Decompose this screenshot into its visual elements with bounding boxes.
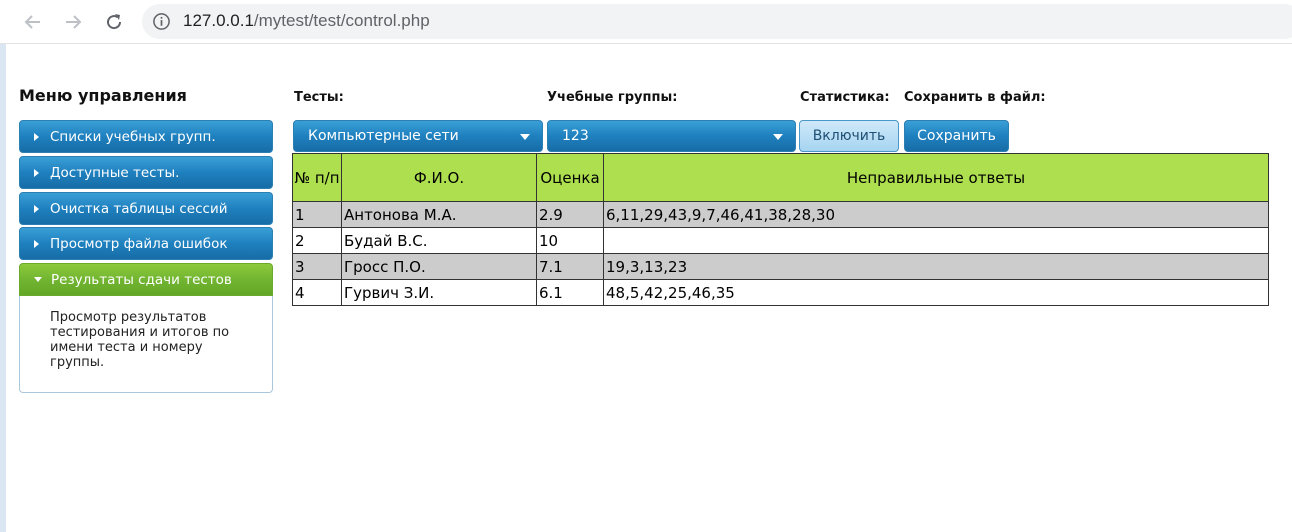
sidebar-item-label: Доступные тесты.: [50, 164, 180, 181]
arrow-right-icon: [34, 168, 39, 177]
sidebar-item-label: Очистка таблицы сессий: [50, 200, 228, 217]
cell-name: Антонова М.А.: [341, 201, 537, 228]
menu-title: Меню управления: [19, 86, 187, 105]
url-text[interactable]: 127.0.0.1/mytest/test/control.php: [183, 11, 430, 31]
cell-wrong-answers: 6,11,29,43,9,7,46,41,38,28,30: [603, 201, 1269, 228]
cell-number: 4: [292, 279, 342, 306]
groups-select-value: 123: [562, 128, 589, 144]
arrow-right-icon: [66, 15, 82, 29]
results-table: № п/п Ф.И.О. Оценка Неправильные ответы …: [292, 153, 1269, 306]
reload-icon: [107, 14, 122, 30]
cell-name: Гросс П.О.: [341, 253, 537, 280]
cell-grade: 6.1: [536, 279, 604, 306]
cell-grade: 2.9: [536, 201, 604, 228]
sidebar-item-test-results[interactable]: Результаты сдачи тестов: [19, 263, 273, 296]
arrow-right-icon: [34, 132, 39, 141]
address-bar[interactable]: 127.0.0.1/mytest/test/control.php: [142, 4, 1292, 39]
tests-label: Тесты:: [294, 90, 344, 105]
sidebar-item-group-lists[interactable]: Списки учебных групп.: [19, 120, 273, 153]
cell-wrong-answers: 48,5,42,25,46,35: [603, 279, 1269, 306]
chevron-down-icon: [520, 134, 530, 140]
cell-number: 2: [292, 227, 342, 254]
sidebar-item-available-tests[interactable]: Доступные тесты.: [19, 156, 273, 189]
cell-number: 1: [292, 201, 342, 228]
column-header-wrong-answers: Неправильные ответы: [603, 153, 1269, 202]
tests-select[interactable]: Компьютерные сети: [293, 120, 543, 152]
url-path: /mytest/test/control.php: [253, 11, 430, 30]
url-host: 127.0.0.1: [183, 11, 254, 30]
chevron-down-icon: [773, 134, 783, 140]
table-row: 4 Гурвич З.И. 6.1 48,5,42,25,46,35: [292, 279, 1269, 306]
groups-select[interactable]: 123: [547, 120, 796, 152]
sidebar-item-label: Списки учебных групп.: [50, 128, 216, 145]
cell-wrong-answers: 19,3,13,23: [603, 253, 1269, 280]
cell-grade: 10: [536, 227, 604, 254]
forward-button[interactable]: [60, 9, 86, 35]
tests-select-value: Компьютерные сети: [308, 128, 459, 144]
cell-name: Гурвич З.И.: [341, 279, 537, 306]
sidebar-item-error-log[interactable]: Просмотр файла ошибок: [19, 227, 273, 260]
page-left-edge: [0, 44, 6, 532]
arrow-left-icon: [24, 15, 40, 29]
back-button[interactable]: [20, 9, 46, 35]
groups-label: Учебные группы:: [547, 90, 678, 105]
browser-toolbar: 127.0.0.1/mytest/test/control.php: [0, 0, 1292, 44]
table-row: 3 Гросс П.О. 7.1 19,3,13,23: [292, 253, 1269, 280]
sidebar-item-label: Результаты сдачи тестов: [51, 271, 232, 288]
save-file-label: Сохранить в файл:: [904, 90, 1046, 105]
cell-grade: 7.1: [536, 253, 604, 280]
column-header-name: Ф.И.О.: [341, 153, 537, 202]
statistics-label: Статистика:: [800, 90, 890, 105]
cell-number: 3: [292, 253, 342, 280]
arrow-down-icon: [34, 277, 42, 282]
column-header-grade: Оценка: [536, 153, 604, 202]
sidebar-item-clear-sessions[interactable]: Очистка таблицы сессий: [19, 192, 273, 225]
reload-button[interactable]: [101, 9, 127, 35]
enable-statistics-button[interactable]: Включить: [799, 120, 899, 152]
arrow-right-icon: [34, 204, 39, 213]
cell-name: Будай В.С.: [341, 227, 537, 254]
cell-wrong-answers: [603, 227, 1269, 254]
table-header-row: № п/п Ф.И.О. Оценка Неправильные ответы: [292, 153, 1269, 202]
info-icon[interactable]: [152, 12, 171, 31]
arrow-right-icon: [34, 239, 39, 248]
sidebar-item-label: Просмотр файла ошибок: [50, 235, 228, 252]
table-row: 2 Будай В.С. 10: [292, 227, 1269, 254]
column-header-number: № п/п: [292, 153, 342, 202]
sidebar-item-description: Просмотр результатов тестирования и итог…: [19, 296, 273, 393]
table-row: 1 Антонова М.А. 2.9 6,11,29,43,9,7,46,41…: [292, 201, 1269, 228]
save-to-file-button[interactable]: Сохранить: [904, 120, 1009, 152]
